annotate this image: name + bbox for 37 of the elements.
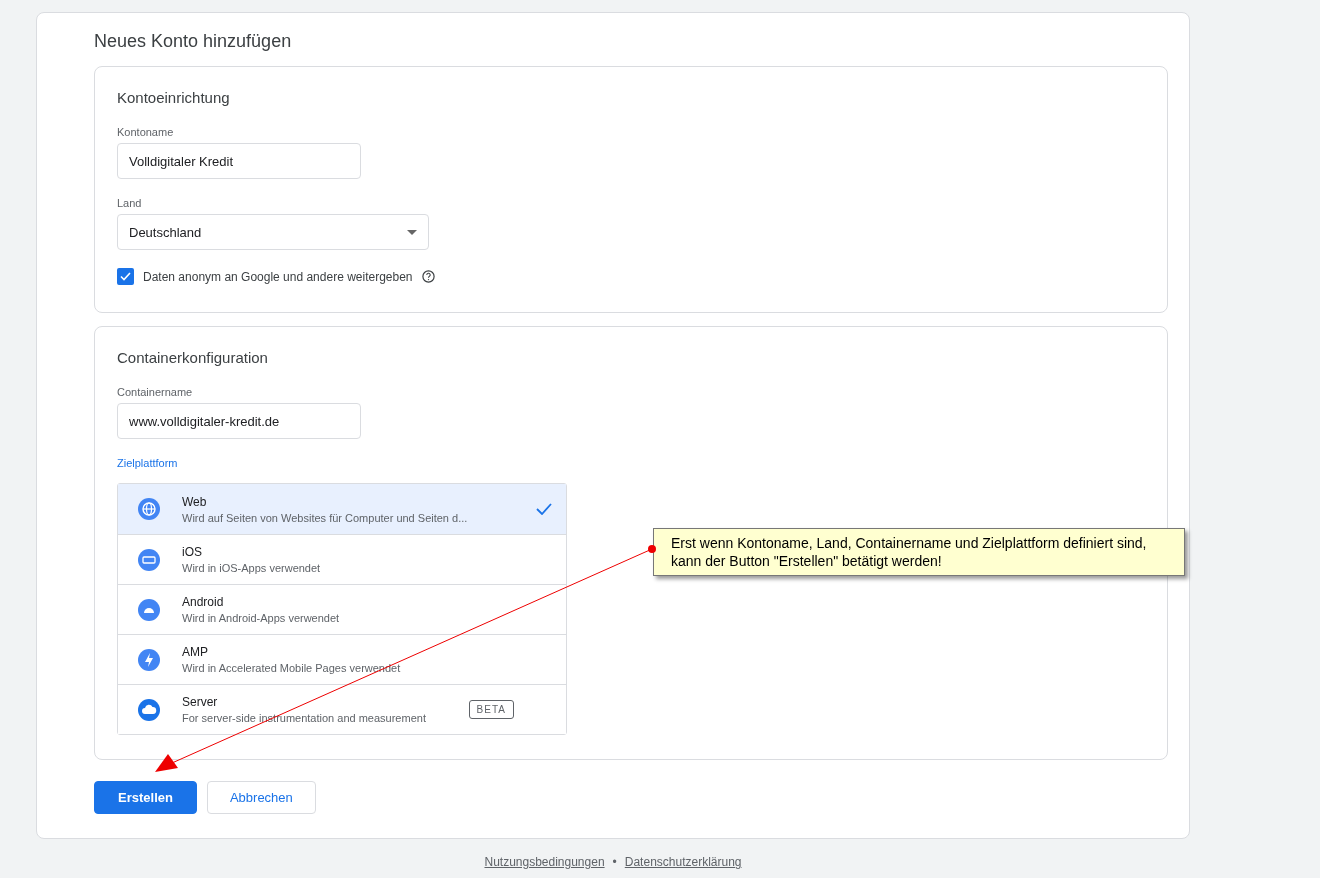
beta-badge: BETA — [468, 700, 514, 719]
platform-name: Web — [182, 494, 208, 509]
country-dropdown[interactable]: Deutschland — [117, 214, 429, 250]
input-field[interactable]: www.volldigitaler-kredit.de — [117, 403, 361, 439]
terms-link[interactable]: Nutzungsbedingungen — [484, 855, 605, 869]
globe-icon — [138, 498, 160, 520]
platform-description: Wird auf Seiten von Websites für Computer und Seiten d... — [182, 511, 469, 524]
platform-name: iOS — [182, 545, 203, 559]
help-icon[interactable] — [421, 270, 435, 283]
platform-description: Wird in iOS-Apps verwendet — [182, 562, 322, 574]
check-icon — [536, 503, 552, 515]
platform-option[interactable]: Web Wird auf Seiten von Websites für Computer und Seiten d... — [118, 484, 566, 534]
separator: • — [612, 855, 617, 869]
platform-name: Android — [182, 595, 225, 609]
robot-icon — [138, 598, 160, 621]
field-label: Containername — [117, 386, 194, 398]
input-field[interactable]: Volldigitaler Kredit — [117, 143, 361, 179]
cancel-button[interactable]: Abbrechen — [206, 781, 316, 814]
checkmark-icon — [120, 272, 131, 281]
privacy-link[interactable]: Datenschutzerklärung — [624, 855, 742, 869]
annotation-callout: Erst wenn Kontoname, Land, Containername und Zielplattform definiert sind, kann der Button "Erstellen" betätigt werden! — [653, 528, 1185, 576]
platform-description: Wird in Android-Apps verwendet — [182, 612, 341, 624]
mobile-os-icon — [138, 548, 160, 571]
field-label: Land — [117, 197, 143, 209]
checkbox[interactable] — [117, 268, 134, 285]
create-button[interactable]: Erstellen — [94, 781, 197, 814]
section-heading: Containerkonfiguration — [117, 349, 269, 366]
field-label: Kontoname — [117, 126, 175, 138]
section-heading: Kontoeinrichtung — [117, 89, 231, 106]
platform-name: Server — [182, 695, 219, 709]
platform-name: AMP — [182, 645, 209, 659]
page-title: Neues Konto hinzufügen — [94, 31, 293, 52]
field-label: Zielplattform — [117, 457, 179, 469]
lightning-icon — [138, 648, 160, 671]
checkbox-label: Daten anonym an Google und andere weitergeben — [143, 269, 413, 284]
caret-icon — [407, 229, 417, 235]
cloud-icon — [138, 698, 160, 721]
